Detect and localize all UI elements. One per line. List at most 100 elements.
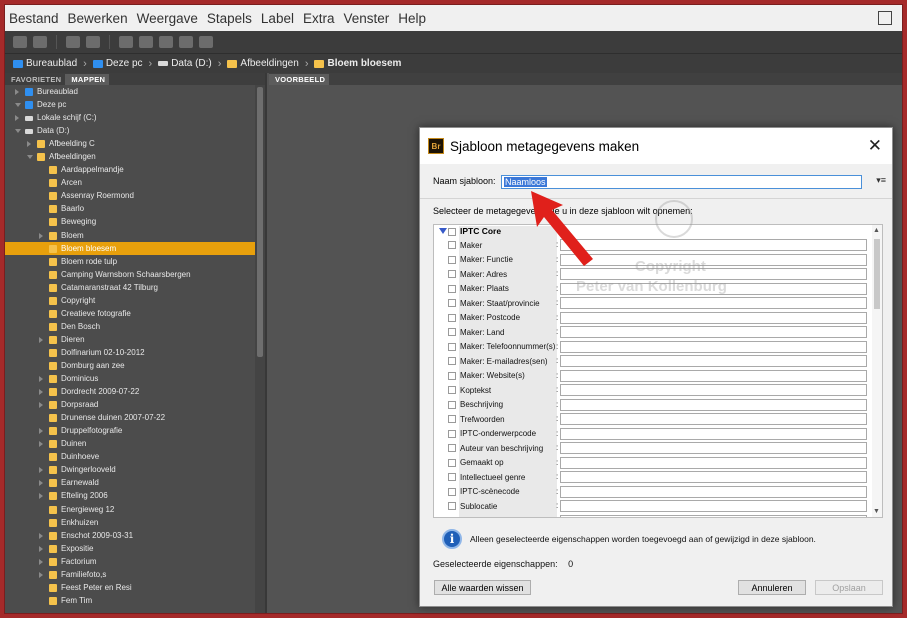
collapsed-triangle-icon[interactable] bbox=[15, 89, 19, 95]
tab-voorbeeld[interactable]: VOORBEELD bbox=[269, 74, 330, 85]
field-input[interactable] bbox=[560, 239, 867, 251]
tree-item[interactable]: Duinhoeve bbox=[5, 450, 255, 463]
tree-item[interactable]: Energieweg 12 bbox=[5, 503, 255, 516]
field-input[interactable] bbox=[560, 427, 867, 440]
collapsed-triangle-icon[interactable] bbox=[27, 141, 31, 148]
tree-item[interactable]: Data (D:) bbox=[5, 124, 255, 137]
breadcrumb-afbeeldingen[interactable]: Afbeeldingen bbox=[227, 58, 299, 69]
field-input[interactable] bbox=[560, 471, 867, 483]
tree-item[interactable]: Baarlo bbox=[5, 202, 255, 215]
tree-item[interactable]: Bloem rode tulp bbox=[5, 255, 255, 268]
collapsed-triangle-icon[interactable] bbox=[39, 336, 43, 343]
field-checkbox[interactable] bbox=[448, 299, 456, 307]
menu-bewerken[interactable]: Bewerken bbox=[68, 11, 128, 26]
tree-item[interactable]: Den Bosch bbox=[5, 320, 255, 333]
menu-stapels[interactable]: Stapels bbox=[207, 11, 252, 26]
section-header[interactable]: IPTC Core bbox=[434, 225, 882, 238]
cancel-button[interactable]: Annuleren bbox=[738, 580, 806, 595]
collapsed-triangle-icon[interactable] bbox=[39, 402, 43, 409]
close-icon[interactable]: ✕ bbox=[868, 136, 882, 156]
field-checkbox[interactable] bbox=[448, 241, 456, 249]
menu-bestand[interactable]: Bestand bbox=[9, 11, 59, 26]
rotate-right-icon[interactable] bbox=[199, 36, 213, 48]
menu-extra[interactable]: Extra bbox=[303, 11, 335, 26]
tree-item[interactable]: Domburg aan zee bbox=[5, 359, 255, 372]
tree-item[interactable]: Dolfinarium 02-10-2012 bbox=[5, 346, 255, 359]
tree-item[interactable]: Beweging bbox=[5, 215, 255, 228]
collapsed-triangle-icon[interactable] bbox=[39, 480, 43, 487]
tree-item[interactable]: Feest Peter en Resi bbox=[5, 581, 255, 594]
boomerang-icon[interactable] bbox=[86, 36, 100, 48]
tree-item[interactable]: Efteling 2006 bbox=[5, 489, 255, 502]
camera-icon[interactable] bbox=[119, 36, 133, 48]
tree-item[interactable]: Afbeelding C bbox=[5, 137, 255, 150]
field-checkbox[interactable] bbox=[448, 357, 456, 365]
tree-item[interactable]: Camping Warnsborn Schaarsbergen bbox=[5, 268, 255, 281]
collapsed-triangle-icon[interactable] bbox=[39, 493, 43, 500]
maximize-icon[interactable] bbox=[878, 11, 892, 25]
field-checkbox[interactable] bbox=[448, 516, 456, 517]
tree-item[interactable]: Aardappelmandje bbox=[5, 163, 255, 176]
expanded-triangle-icon[interactable] bbox=[27, 155, 33, 160]
expanded-triangle-icon[interactable] bbox=[15, 103, 21, 108]
tree-item[interactable]: Dorpsraad bbox=[5, 398, 255, 411]
collapsed-triangle-icon[interactable] bbox=[39, 467, 43, 474]
field-input[interactable] bbox=[560, 253, 867, 266]
breadcrumb-deze-pc[interactable]: Deze pc bbox=[92, 58, 143, 69]
collapsed-triangle-icon[interactable] bbox=[39, 232, 43, 239]
refine-icon[interactable] bbox=[139, 36, 153, 48]
field-checkbox[interactable] bbox=[448, 400, 456, 409]
clear-values-button[interactable]: Alle waarden wissen bbox=[434, 580, 531, 595]
flyout-menu-icon[interactable]: ▾≡ bbox=[876, 175, 886, 186]
menu-venster[interactable]: Venster bbox=[343, 11, 389, 26]
tree-item[interactable]: Druppelfotografie bbox=[5, 424, 255, 437]
expanded-triangle-icon[interactable] bbox=[15, 129, 21, 134]
field-checkbox[interactable] bbox=[448, 415, 456, 423]
rotate-left-icon[interactable] bbox=[179, 36, 193, 48]
field-input[interactable] bbox=[560, 268, 867, 280]
field-input[interactable] bbox=[560, 297, 867, 309]
collapsed-triangle-icon[interactable] bbox=[39, 558, 43, 565]
breadcrumb-bloem-bloesem[interactable]: Bloem bloesem bbox=[314, 58, 401, 69]
field-input[interactable] bbox=[560, 398, 867, 411]
field-input[interactable] bbox=[560, 369, 867, 382]
scrollbar-thumb[interactable] bbox=[257, 87, 263, 357]
tree-item[interactable]: Bloem bloesem bbox=[5, 241, 255, 255]
tree-item[interactable]: Familiefoto,s bbox=[5, 568, 255, 581]
tree-item[interactable]: Earnewald bbox=[5, 476, 255, 489]
collapsed-triangle-icon[interactable] bbox=[39, 441, 43, 448]
field-input[interactable] bbox=[560, 282, 867, 295]
tree-item[interactable]: Assenray Roermond bbox=[5, 189, 255, 202]
field-input[interactable] bbox=[560, 413, 867, 425]
tree-item[interactable]: Deze pc bbox=[5, 98, 255, 111]
tree-item[interactable]: Drunense duinen 2007-07-22 bbox=[5, 411, 255, 424]
menu-label[interactable]: Label bbox=[261, 11, 294, 26]
field-checkbox[interactable] bbox=[448, 473, 456, 481]
tree-item[interactable]: Dordrecht 2009-07-22 bbox=[5, 385, 255, 398]
tree-item[interactable]: Bloem bbox=[5, 229, 255, 242]
field-checkbox[interactable] bbox=[448, 255, 456, 264]
tree-item[interactable]: Fem Tim bbox=[5, 594, 255, 607]
tree-item[interactable]: Dieren bbox=[5, 333, 255, 346]
breadcrumb-bureaublad[interactable]: Bureaublad bbox=[13, 58, 77, 69]
field-checkbox[interactable] bbox=[448, 270, 456, 278]
tree-item[interactable]: Enschot 2009-03-31 bbox=[5, 529, 255, 542]
tree-item[interactable]: Lokale schijf (C:) bbox=[5, 111, 255, 124]
field-input[interactable] bbox=[560, 384, 867, 396]
scroll-down-icon[interactable]: ▼ bbox=[873, 508, 880, 515]
field-checkbox[interactable] bbox=[448, 313, 456, 322]
field-checkbox[interactable] bbox=[448, 328, 456, 336]
field-checkbox[interactable] bbox=[448, 386, 456, 394]
field-checkbox[interactable] bbox=[448, 284, 456, 293]
field-checkbox[interactable] bbox=[448, 458, 456, 467]
tree-scrollbar[interactable] bbox=[255, 85, 265, 613]
tree-item[interactable]: Enkhuizen bbox=[5, 516, 255, 529]
field-input[interactable] bbox=[560, 485, 867, 498]
collapsed-triangle-icon[interactable] bbox=[39, 532, 43, 539]
scroll-up-icon[interactable]: ▲ bbox=[873, 227, 880, 234]
field-checkbox[interactable] bbox=[448, 487, 456, 496]
save-button[interactable]: Opslaan bbox=[815, 580, 883, 595]
field-input[interactable] bbox=[560, 340, 867, 353]
field-input[interactable] bbox=[560, 311, 867, 324]
collapsed-triangle-icon[interactable] bbox=[39, 389, 43, 396]
